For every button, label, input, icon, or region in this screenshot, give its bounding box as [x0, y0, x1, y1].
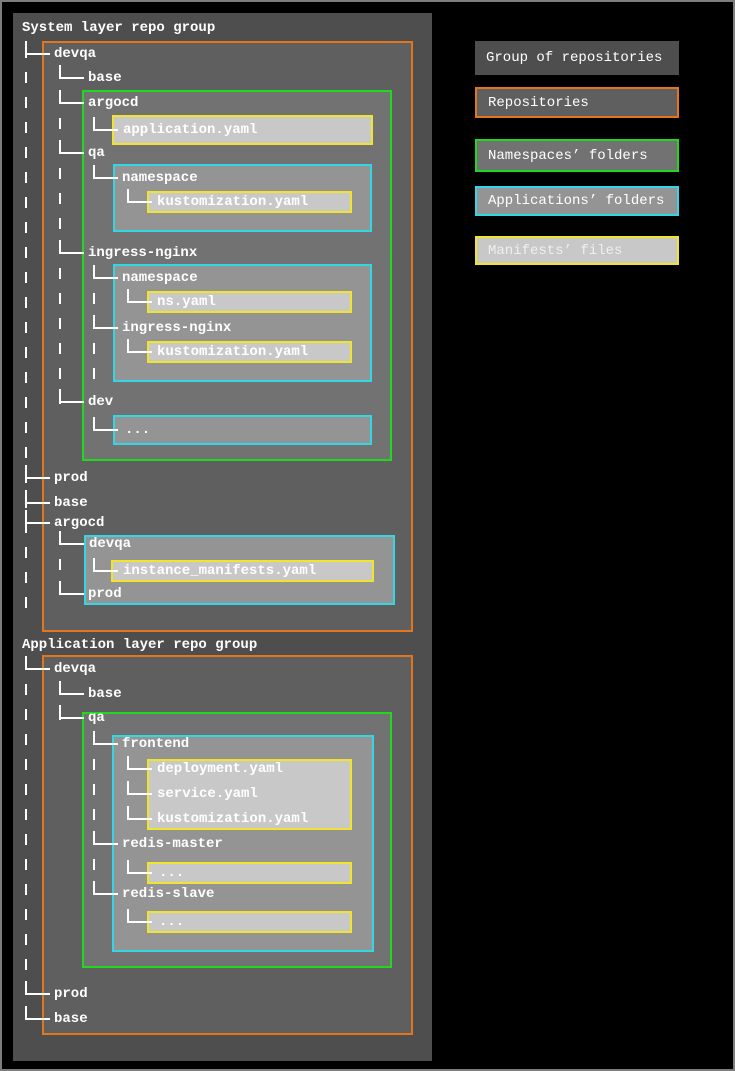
tree-node-label: ...	[125, 422, 151, 438]
legend-item-repositories: Repositories	[475, 87, 679, 118]
tree-connector	[59, 140, 84, 154]
legend-item-namespaces-folders: Namespaces’ folders	[475, 139, 679, 172]
legend-label: Namespaces’ folders	[488, 147, 648, 164]
tree-node-label: prod	[54, 986, 88, 1002]
tree-connector	[59, 531, 84, 545]
legend-label: Repositories	[488, 94, 589, 111]
tree-connector	[93, 315, 118, 329]
legend-item-manifests-files: Manifests’ files	[475, 236, 679, 265]
tree-connector	[59, 65, 84, 79]
tree-node-label: service.yaml	[157, 786, 258, 802]
tree-node-label: ns.yaml	[157, 294, 216, 310]
tree-connector	[25, 1006, 50, 1020]
tree-connector	[127, 189, 152, 203]
tree-node-label: kustomization.yaml	[157, 194, 309, 210]
tree-node-label: application.yaml	[123, 122, 258, 138]
tree-node-label: instance_manifests.yaml	[123, 563, 317, 579]
legend-item-applications-folders: Applications’ folders	[475, 186, 679, 216]
tree-node-label: kustomization.yaml	[157, 344, 309, 360]
tree-dashed-line	[59, 68, 61, 404]
tree-connector	[93, 117, 118, 131]
tree-connector	[59, 681, 84, 695]
tree-dashed-line	[25, 47, 27, 617]
tree-connector	[127, 289, 152, 303]
tree-connector	[127, 860, 152, 874]
tree-node-label: base	[54, 495, 88, 511]
tree-node-label: prod	[88, 586, 122, 602]
tree-node-label: ingress-nginx	[88, 245, 198, 261]
tree-connector	[127, 756, 152, 770]
tree-connector	[59, 581, 84, 595]
tree-node-label: frontend	[122, 736, 190, 752]
application-group-title: Application layer repo group	[22, 637, 258, 653]
tree-node-label: base	[54, 1011, 88, 1027]
tree-node-label: dev	[88, 394, 114, 410]
tree-node-label: base	[88, 686, 122, 702]
tree-dashed-line	[25, 659, 27, 1021]
tree-connector	[25, 656, 50, 670]
tree-connector	[59, 240, 84, 254]
tree-connector	[127, 339, 152, 353]
tree-connector	[93, 881, 118, 895]
tree-node-label: namespace	[122, 270, 198, 286]
tree-connector	[127, 806, 152, 820]
tree-node-label: ...	[159, 865, 185, 881]
tree-node-label: namespace	[122, 170, 198, 186]
tree-node-label: devqa	[54, 661, 97, 677]
tree-node-label: redis-master	[122, 836, 223, 852]
tree-connector	[25, 41, 50, 55]
tree-connector	[93, 265, 118, 279]
legend-item-group-of-repositories: Group of repositories	[475, 41, 679, 75]
tree-connector	[59, 90, 84, 104]
legend-label: Manifests’ files	[488, 242, 623, 259]
tree-node-label: ingress-nginx	[122, 320, 232, 336]
tree-connector	[25, 981, 50, 995]
tree-connector	[93, 417, 118, 431]
tree-connector	[59, 389, 84, 403]
tree-connector	[25, 490, 50, 504]
tree-node-label: argocd	[54, 515, 105, 531]
tree-node-label: argocd	[88, 95, 139, 111]
tree-node-label: kustomization.yaml	[157, 811, 309, 827]
tree-connector	[127, 909, 152, 923]
tree-node-label: prod	[54, 470, 88, 486]
tree-node-label: devqa	[89, 536, 132, 552]
tree-node-label: deployment.yaml	[157, 761, 284, 777]
legend-label: Group of repositories	[486, 50, 663, 66]
tree-node-label: qa	[88, 710, 105, 726]
application-box-dev-dots	[113, 415, 372, 445]
tree-connector	[59, 705, 84, 719]
tree-node-label: redis-slave	[122, 886, 215, 902]
tree-connector	[127, 781, 152, 795]
tree-node-label: base	[88, 70, 122, 86]
tree-connector	[25, 465, 50, 479]
legend-label: Applications’ folders	[488, 193, 665, 209]
tree-node-label: qa	[88, 145, 105, 161]
tree-connector	[93, 165, 118, 179]
tree-connector	[93, 558, 118, 572]
system-group-title: System layer repo group	[22, 20, 216, 36]
diagram-canvas: System layer repo group devqa base argoc…	[0, 0, 735, 1071]
tree-node-label: devqa	[54, 46, 97, 62]
tree-connector	[93, 831, 118, 845]
tree-dashed-line	[93, 734, 95, 896]
tree-node-label: ...	[159, 914, 185, 930]
tree-connector	[25, 510, 50, 524]
tree-connector	[93, 731, 118, 745]
